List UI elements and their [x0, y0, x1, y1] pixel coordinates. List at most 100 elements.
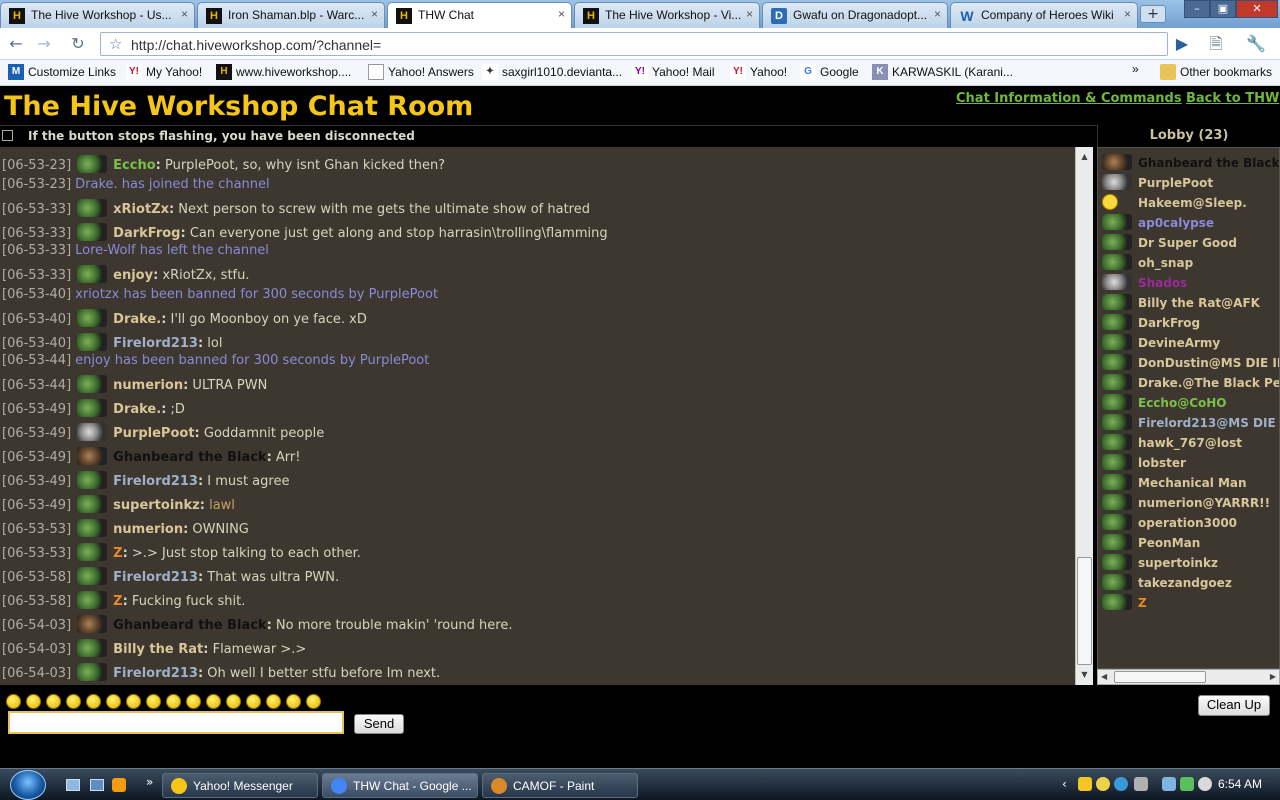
message-username[interactable]: Billy the Rat — [113, 642, 203, 657]
happy-emoticon-icon[interactable] — [126, 694, 141, 709]
bookmark-item[interactable]: Yahoo! Answers — [368, 64, 474, 80]
messenger-tray-icon[interactable] — [1096, 777, 1110, 791]
lol-emoticon-icon[interactable] — [246, 694, 261, 709]
lobby-user[interactable]: takezandgoez — [1102, 574, 1232, 594]
back-to-thw-link[interactable]: Back to THW — [1186, 91, 1279, 106]
back-button[interactable]: ← — [4, 33, 28, 55]
cool-emoticon-icon[interactable] — [46, 694, 61, 709]
smile-emoticon-icon[interactable] — [6, 694, 21, 709]
bookmarks-overflow-button[interactable]: » — [1132, 62, 1139, 76]
scroll-left-icon[interactable]: ◀ — [1101, 672, 1107, 681]
grin-emoticon-icon[interactable] — [66, 694, 81, 709]
tab[interactable]: H THW Chat × — [387, 2, 572, 28]
lobby-user[interactable]: Shados — [1102, 274, 1187, 294]
tab[interactable]: H The Hive Workshop - Vi... × — [574, 2, 760, 28]
message-username[interactable]: Firelord213 — [113, 666, 198, 681]
lobby-horizontal-scrollbar[interactable]: ◀ ▶ — [1097, 669, 1280, 685]
minimize-button[interactable]: – — [1184, 0, 1210, 18]
other-bookmarks[interactable]: Other bookmarks — [1160, 64, 1272, 80]
message-username[interactable]: supertoinkz — [113, 498, 200, 513]
message-username[interactable]: DarkFrog — [113, 226, 180, 241]
scroll-up-icon[interactable]: ▲ — [1076, 149, 1093, 165]
taskbar-button[interactable]: CAMOF - Paint — [482, 773, 638, 798]
bookmark-item[interactable]: G Google — [800, 64, 859, 80]
tab[interactable]: W Company of Heroes Wiki × — [950, 2, 1138, 28]
lobby-user[interactable]: Billy the Rat@AFK — [1102, 294, 1260, 314]
clean-up-button[interactable]: Clean Up — [1198, 695, 1270, 716]
close-tab-icon[interactable]: × — [1124, 7, 1131, 21]
tab[interactable]: H Iron Shaman.blp - Warc... × — [197, 2, 385, 28]
surprised-emoticon-icon[interactable] — [266, 694, 281, 709]
scroll-thumb-horizontal[interactable] — [1114, 671, 1206, 683]
message-input[interactable] — [8, 711, 344, 734]
display-tray-icon[interactable] — [1180, 777, 1194, 791]
lobby-user[interactable]: hawk_767@lost — [1102, 434, 1242, 454]
message-username[interactable]: Eccho — [113, 158, 155, 173]
lobby-user[interactable]: DarkFrog — [1102, 314, 1200, 334]
lobby-user[interactable]: DevineArmy — [1102, 334, 1220, 354]
message-username[interactable]: Drake. — [113, 402, 161, 417]
send-button[interactable]: Send — [354, 714, 404, 734]
message-username[interactable]: Firelord213 — [113, 570, 198, 585]
reload-button[interactable]: ↻ — [66, 33, 90, 55]
message-username[interactable]: Z — [113, 546, 122, 561]
tray-expand-icon[interactable]: ‹ — [1062, 777, 1067, 791]
exclaim-emoticon-icon[interactable] — [206, 694, 221, 709]
network-tray-icon[interactable] — [1162, 777, 1176, 791]
taskbar-button[interactable]: Yahoo! Messenger — [162, 773, 318, 798]
message-username[interactable]: xRiotZx — [113, 202, 169, 217]
lobby-user[interactable]: lobster — [1102, 454, 1186, 474]
go-button[interactable]: ▶ — [1170, 33, 1194, 55]
lobby-user[interactable]: DonDustin@MS DIE IN — [1102, 354, 1279, 374]
chat-scrollbar[interactable]: ▲ ▼ — [1075, 147, 1093, 685]
message-username[interactable]: Ghanbeard the Black — [113, 450, 266, 465]
lobby-user[interactable]: Ghanbeard the Black — [1102, 154, 1279, 174]
lobby-user[interactable]: Dr Super Good — [1102, 234, 1237, 254]
frown-emoticon-icon[interactable] — [186, 694, 201, 709]
confused-emoticon-icon[interactable] — [286, 694, 301, 709]
blush-emoticon-icon[interactable] — [166, 694, 181, 709]
media-player-icon[interactable] — [112, 778, 126, 792]
scroll-right-icon[interactable]: ▶ — [1270, 672, 1276, 681]
quicklaunch-overflow[interactable]: » — [146, 775, 153, 789]
volume-icon[interactable] — [1198, 777, 1212, 791]
bookmark-item[interactable]: Y! Yahoo! — [730, 64, 787, 80]
address-bar[interactable]: ☆ http://chat.hiveworkshop.com/?channel= — [100, 32, 1168, 56]
laugh-emoticon-icon[interactable] — [86, 694, 101, 709]
bookmark-item[interactable]: M Customize Links — [8, 64, 116, 80]
message-username[interactable]: enjoy — [113, 268, 153, 283]
wink-emoticon-icon[interactable] — [26, 694, 41, 709]
maximize-button[interactable]: ▣ — [1210, 0, 1236, 18]
tongue-emoticon-icon[interactable] — [146, 694, 161, 709]
close-tab-icon[interactable]: × — [934, 7, 941, 21]
page-menu-button[interactable]: 🗎 — [1204, 33, 1228, 55]
lobby-user[interactable]: Firelord213@MS DIE — [1102, 414, 1276, 434]
close-tab-icon[interactable]: × — [371, 7, 378, 21]
tab[interactable]: H The Hive Workshop - Us... × — [0, 2, 195, 28]
lobby-user[interactable]: oh_snap — [1102, 254, 1193, 274]
message-username[interactable]: Ghanbeard the Black — [113, 618, 266, 633]
scroll-thumb[interactable] — [1077, 557, 1092, 665]
taskbar-button[interactable]: THW Chat - Google ... — [322, 773, 478, 798]
start-button[interactable] — [10, 770, 46, 800]
lobby-user[interactable]: PurplePoot — [1102, 174, 1213, 194]
eek-emoticon-icon[interactable] — [306, 694, 321, 709]
lobby-user[interactable]: Eccho@CoHO — [1102, 394, 1227, 414]
chat-info-link[interactable]: Chat Information & Commands — [956, 91, 1182, 106]
lobby-user[interactable]: numerion@YARRR!! — [1102, 494, 1270, 514]
lobby-user[interactable]: Drake.@The Black Pe — [1102, 374, 1279, 394]
scroll-down-icon[interactable]: ▼ — [1076, 667, 1093, 683]
close-tab-icon[interactable]: × — [746, 7, 753, 21]
lobby-user[interactable]: Mechanical Man — [1102, 474, 1247, 494]
tab[interactable]: D Gwafu on Dragonadopt... × — [762, 2, 948, 28]
show-desktop-icon[interactable] — [66, 779, 80, 791]
bookmark-star-icon[interactable]: ☆ — [109, 35, 122, 53]
bookmark-item[interactable]: Y! Yahoo! Mail — [632, 64, 714, 80]
message-username[interactable]: Firelord213 — [113, 336, 198, 351]
connection-indicator[interactable] — [2, 130, 13, 141]
tools-menu-button[interactable]: 🔧 — [1244, 33, 1268, 55]
message-username[interactable]: numerion — [113, 378, 183, 393]
message-username[interactable]: numerion — [113, 522, 183, 537]
sad-emoticon-icon[interactable] — [106, 694, 121, 709]
forward-button[interactable]: → — [32, 33, 56, 55]
